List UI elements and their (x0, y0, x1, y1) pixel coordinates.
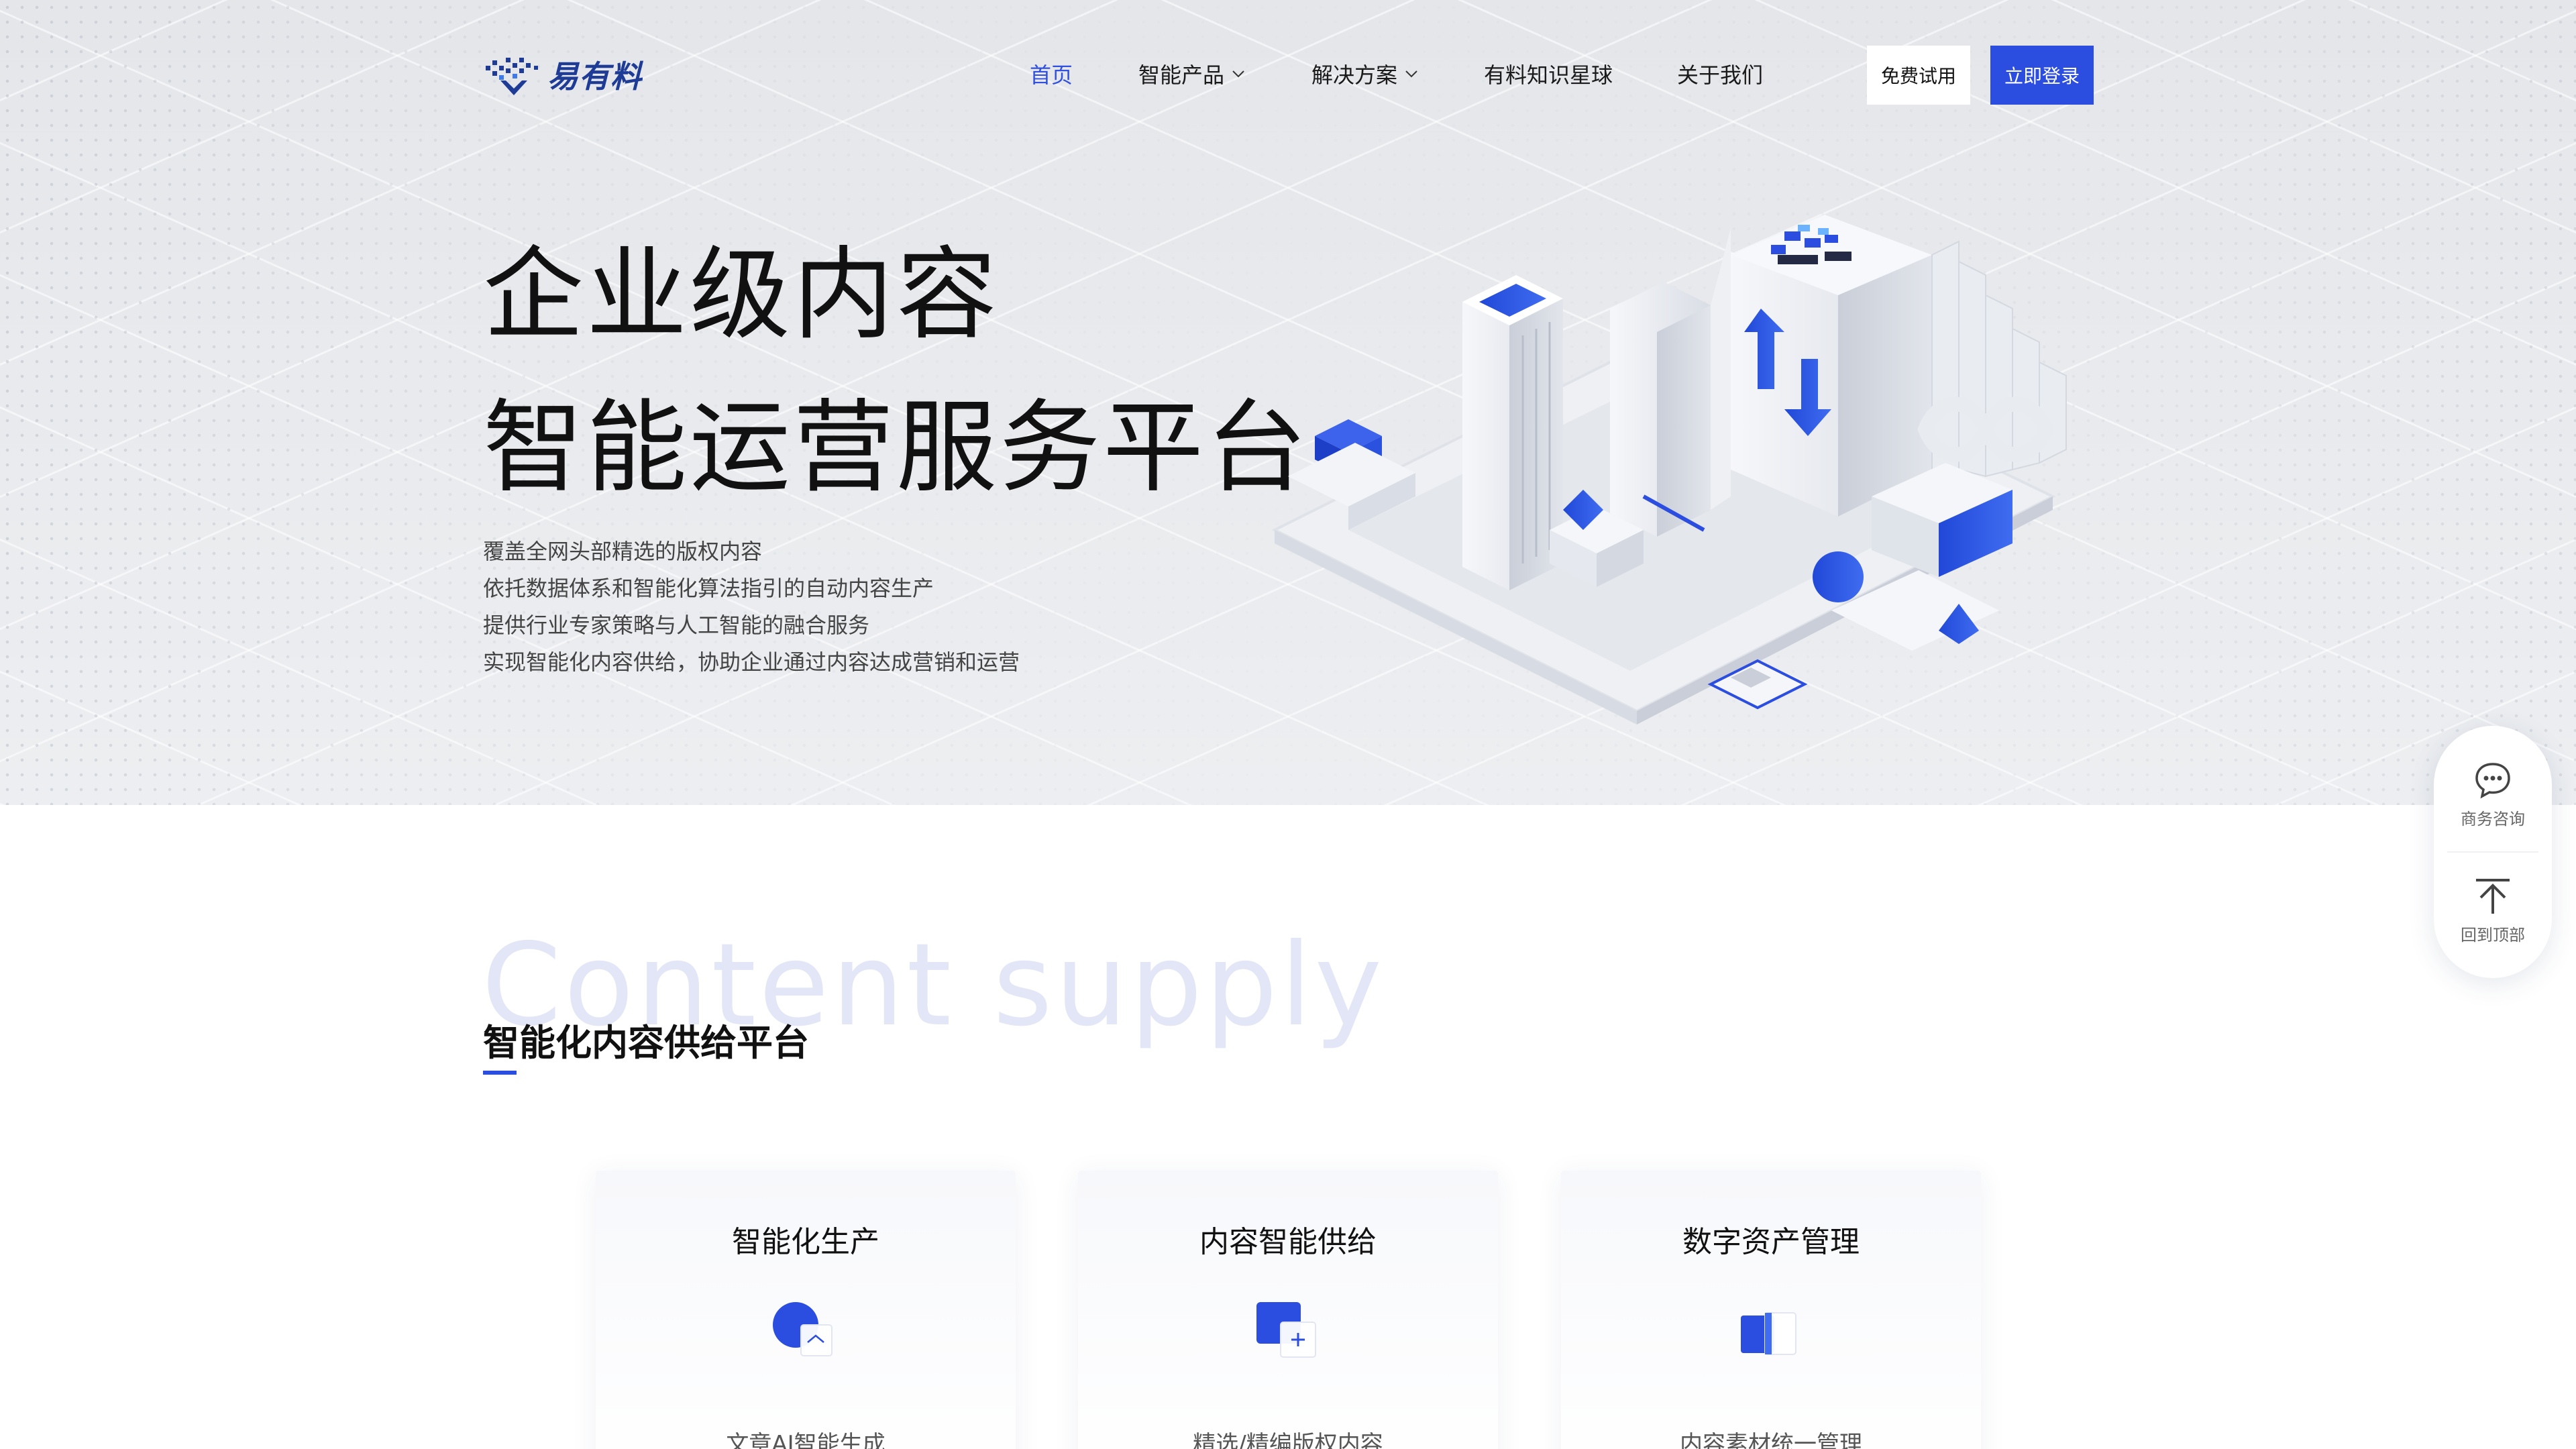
hero-desc-line: 覆盖全网头部精选的版权内容 (483, 539, 763, 564)
login-button[interactable]: 立即登录 (1990, 46, 2094, 105)
arrow-up-to-top-icon (2476, 878, 2510, 914)
content-supply-icon (1256, 1302, 1316, 1358)
hero-title-line2: 智能运营服务平台 (483, 390, 1310, 506)
card-desc: 内容素材统一管理 (1680, 1431, 1862, 1449)
nav-item-about[interactable]: 关于我们 (1677, 59, 1763, 89)
hero-title-line1: 企业级内容 (483, 237, 1000, 354)
hero-banner: 易有料 首页 智能产品 解决方案 有料知识星球 关于我们 免费试用 立即登录 企… (0, 0, 2576, 805)
feature-card-assets[interactable]: 数字资产管理 内容素材统一管理 (1561, 1171, 1981, 1449)
ai-production-icon (773, 1302, 833, 1356)
feature-card-supply[interactable]: 内容智能供给 精选/精编版权内容 (1078, 1171, 1498, 1449)
nav-item-label: 有料知识星球 (1484, 62, 1613, 88)
chevron-down-icon (1232, 70, 1244, 78)
hero-desc-line: 依托数据体系和智能化算法指引的自动内容生产 (483, 576, 934, 601)
chat-bubble-icon (2475, 762, 2510, 798)
card-title: 数字资产管理 (1682, 1225, 1860, 1259)
hero-isometric-illustration (1271, 215, 2067, 724)
back-to-top-button[interactable]: 回到顶部 (2434, 852, 2552, 966)
nav-item-knowledge[interactable]: 有料知识星球 (1484, 59, 1613, 89)
asset-management-icon (1741, 1312, 1796, 1355)
page: 易有料 首页 智能产品 解决方案 有料知识星球 关于我们 免费试用 立即登录 企… (0, 0, 2576, 1449)
nav-item-label: 关于我们 (1677, 62, 1764, 88)
hero-desc-line: 提供行业专家策略与人工智能的融合服务 (483, 612, 870, 638)
nav-item-label: 首页 (1030, 62, 1073, 88)
hero-description: 覆盖全网头部精选的版权内容 依托数据体系和智能化算法指引的自动内容生产 提供行业… (483, 533, 1020, 681)
business-consult-label: 商务咨询 (2461, 809, 2525, 828)
business-consult-button[interactable]: 商务咨询 (2434, 736, 2552, 850)
floating-side-panel: 商务咨询 回到顶部 (2434, 726, 2552, 978)
brand-logo[interactable]: 易有料 (483, 51, 644, 98)
brand-name: 易有料 (547, 58, 642, 95)
back-to-top-label: 回到顶部 (2461, 925, 2525, 945)
hero-desc-line: 实现智能化内容供给，协助企业通过内容达成营销和运营 (483, 649, 1020, 675)
card-desc: 文章AI智能生成 (726, 1431, 885, 1449)
chevron-down-icon (1405, 70, 1417, 78)
nav-item-label: 解决方案 (1311, 62, 1398, 88)
logo-mark-icon (486, 58, 538, 95)
card-title: 智能化生产 (732, 1225, 879, 1259)
card-title: 内容智能供给 (1199, 1225, 1377, 1259)
nav-item-label: 智能产品 (1138, 62, 1225, 88)
free-trial-button[interactable]: 免费试用 (1867, 46, 1970, 105)
card-desc: 精选/精编版权内容 (1193, 1431, 1383, 1449)
nav-item-solutions[interactable]: 解决方案 (1311, 59, 1419, 89)
section-title: 智能化内容供给平台 (483, 1022, 809, 1064)
section-title-underline (483, 1071, 517, 1075)
nav-item-products[interactable]: 智能产品 (1138, 59, 1246, 89)
feature-card-production[interactable]: 智能化生产 文章AI智能生成 (596, 1171, 1016, 1449)
nav-item-home[interactable]: 首页 (1030, 59, 1073, 89)
